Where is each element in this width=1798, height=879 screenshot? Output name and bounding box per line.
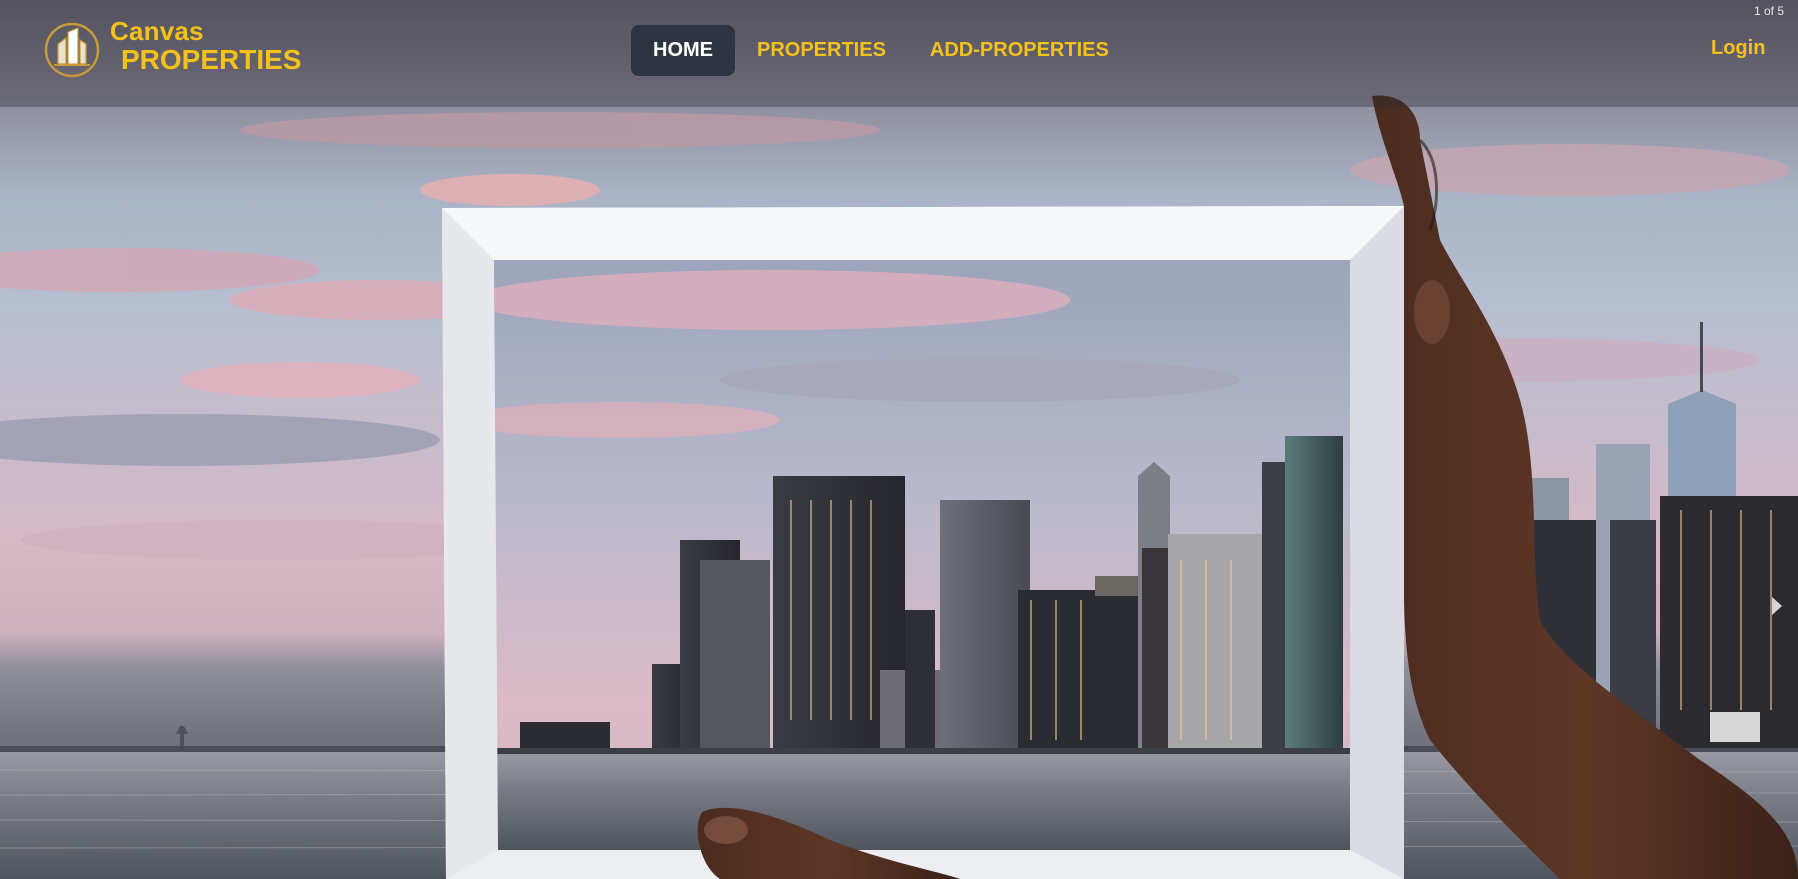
- page: Canvas PROPERTIES HOME PROPERTIES ADD-PR…: [0, 0, 1798, 879]
- hero-illustration: [0, 95, 1798, 879]
- top-navbar: Canvas PROPERTIES HOME PROPERTIES ADD-PR…: [0, 0, 1798, 107]
- building-logo-icon[interactable]: [42, 22, 102, 78]
- nav-home-link[interactable]: HOME: [631, 25, 735, 76]
- nav-properties-link[interactable]: PROPERTIES: [735, 25, 908, 76]
- chevron-right-icon[interactable]: [1768, 594, 1786, 618]
- hero-banner-image: [0, 0, 1798, 879]
- main-nav: HOME PROPERTIES ADD-PROPERTIES: [631, 25, 1131, 76]
- login-link[interactable]: Login: [1711, 37, 1765, 60]
- nav-add-properties-link[interactable]: ADD-PROPERTIES: [908, 25, 1131, 76]
- carousel-slide-counter: 1 of 5: [1754, 4, 1785, 18]
- brand-name-line1[interactable]: Canvas: [110, 16, 204, 47]
- brand-name-line2[interactable]: PROPERTIES: [121, 44, 301, 76]
